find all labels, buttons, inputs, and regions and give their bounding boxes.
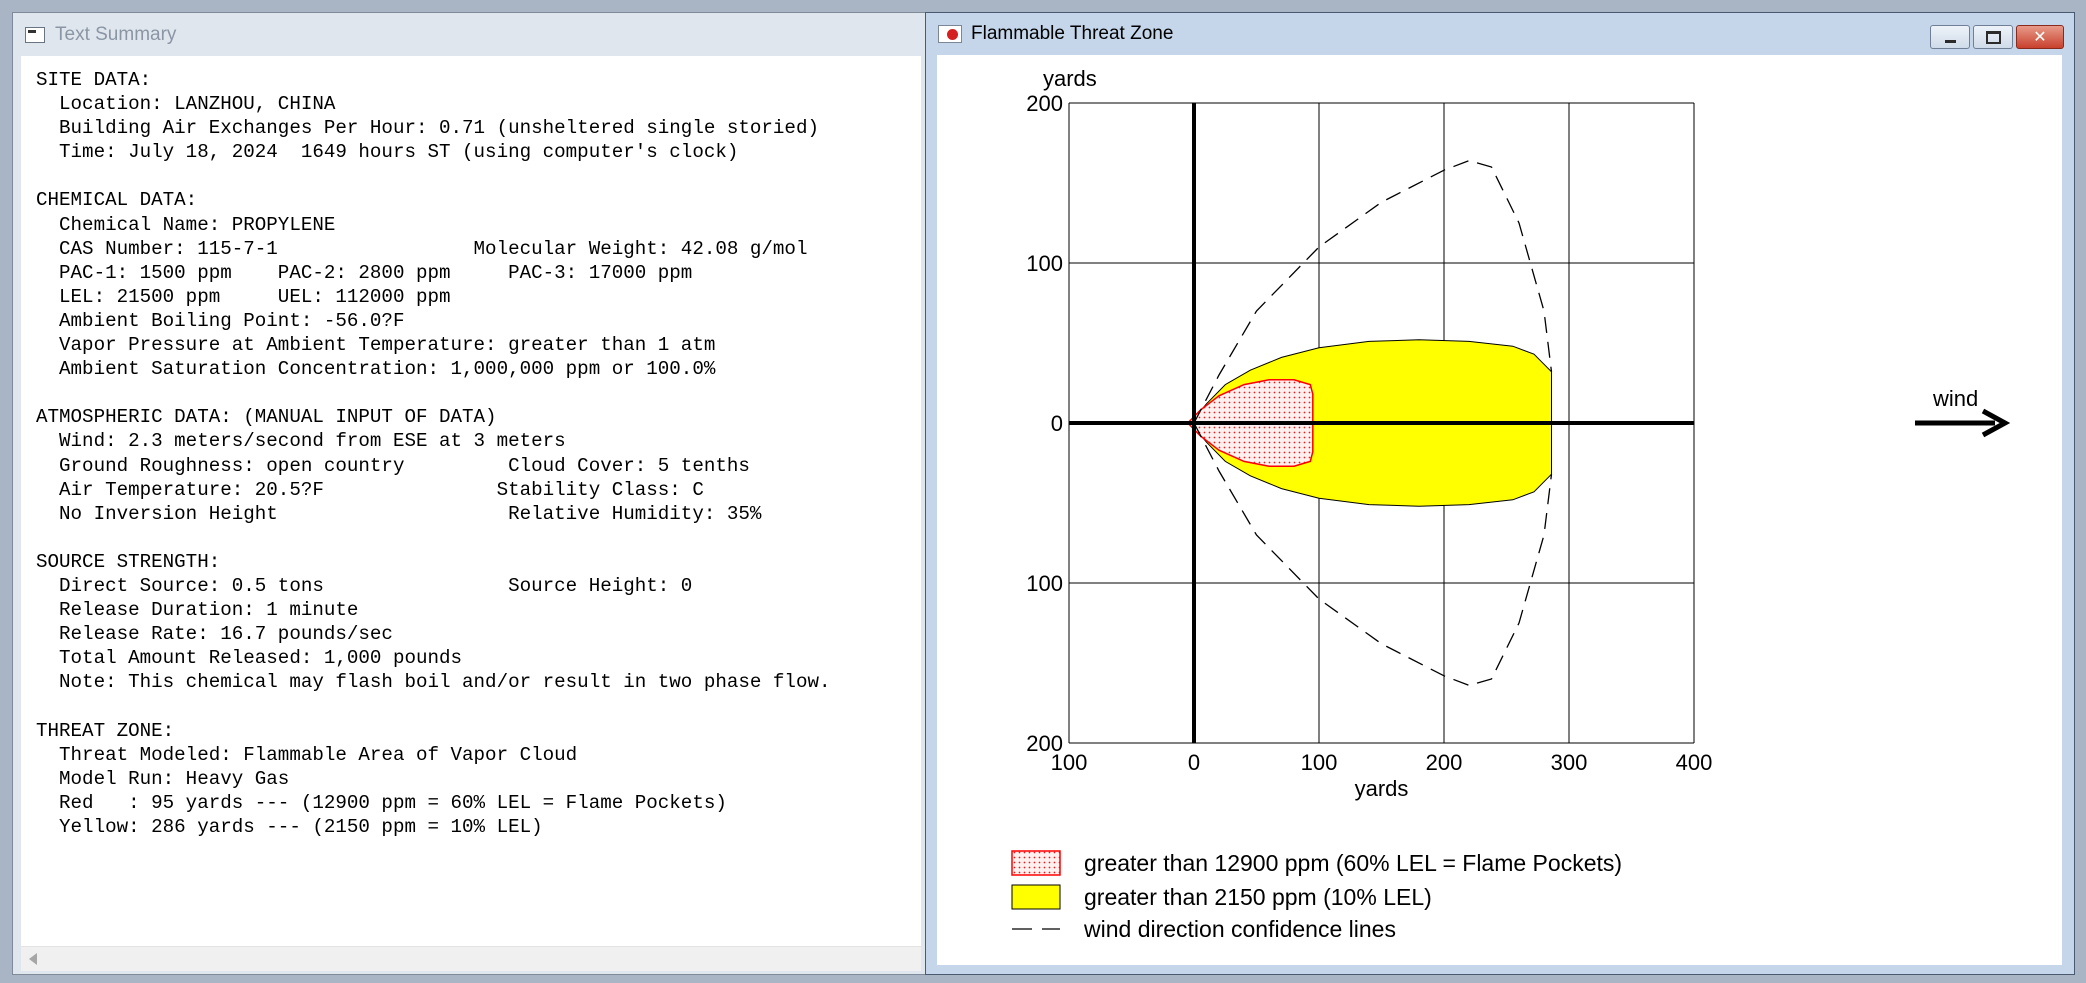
- legend-label-confidence: wind direction confidence lines: [1083, 916, 1396, 942]
- threat-zone-plot-area: 100 0 100 200 300 400 200 100 0 100 200 yards yards …: [937, 55, 2062, 965]
- legend-swatch-red: [1011, 850, 1061, 876]
- plot-axes: [1069, 103, 1694, 743]
- x-tick-label: 100: [1301, 750, 1338, 775]
- summary-line: Vapor Pressure at Ambient Temperature: g…: [36, 334, 716, 357]
- horizontal-scrollbar[interactable]: [21, 946, 921, 971]
- summary-line: Location: LANZHOU, CHINA: [36, 93, 336, 116]
- legend-label-yellow: greater than 2150 ppm (10% LEL): [1084, 884, 1432, 910]
- summary-line: No Inversion Height Relative Humidity: 3…: [36, 502, 762, 525]
- wind-label: wind: [1932, 386, 1978, 411]
- y-tick-label: 0: [1051, 411, 1063, 436]
- y-tick-label: 100: [1026, 571, 1063, 596]
- close-icon: ✕: [2033, 27, 2047, 46]
- summary-line: Ambient Boiling Point: -56.0?F: [36, 309, 405, 332]
- summary-line: Red : 95 yards --- (12900 ppm = 60% LEL …: [36, 791, 727, 814]
- summary-line: Total Amount Released: 1,000 pounds: [36, 647, 463, 670]
- summary-line: Note: This chemical may flash boil and/o…: [36, 671, 831, 694]
- summary-line: THREAT ZONE:: [36, 719, 175, 742]
- text-summary-window[interactable]: Text Summary SITE DATA: Location: LANZHO…: [12, 12, 928, 975]
- summary-line: Time: July 18, 2024 1649 hours ST (using…: [36, 141, 739, 164]
- x-tick-label: 300: [1551, 750, 1588, 775]
- summary-line: ATMOSPHERIC DATA: (MANUAL INPUT OF DATA): [36, 406, 497, 429]
- maximize-button[interactable]: [1973, 25, 2013, 49]
- summary-line: Ground Roughness: open country Cloud Cov…: [36, 454, 750, 477]
- summary-line: Yellow: 286 yards --- (2150 ppm = 10% LE…: [36, 815, 543, 838]
- threat-zone-chart: 100 0 100 200 300 4002001000100200yardsyards …: [1011, 66, 2011, 942]
- window-title: Flammable Threat Zone: [971, 23, 1174, 44]
- minimize-button[interactable]: [1930, 25, 1970, 49]
- legend: greater than 12900 ppm (60% LEL = Flame …: [1011, 850, 1622, 942]
- x-tick-label: 400: [1676, 750, 1713, 775]
- legend-swatch-yellow: [1011, 884, 1061, 910]
- y-axis-title: yards: [1043, 66, 1097, 91]
- summary-line: SOURCE STRENGTH:: [36, 550, 221, 573]
- threat-zone-app-icon: [938, 25, 962, 43]
- minimize-icon: [1944, 39, 1956, 43]
- scroll-left-icon[interactable]: [29, 953, 37, 965]
- close-button[interactable]: ✕: [2016, 25, 2064, 49]
- summary-line: Release Duration: 1 minute: [36, 599, 359, 622]
- x-axis-title: yards: [1355, 776, 1409, 801]
- summary-line: Air Temperature: 20.5?F Stability Class:…: [36, 478, 704, 501]
- x-tick-label: 0: [1188, 750, 1200, 775]
- summary-line: CHEMICAL DATA:: [36, 189, 198, 212]
- flammable-threat-zone-window[interactable]: Flammable Threat Zone ✕ 100 0 100 200 300 400…: [925, 12, 2075, 975]
- summary-line: Release Rate: 16.7 pounds/sec: [36, 623, 393, 646]
- text-summary-titlebar[interactable]: Text Summary: [13, 13, 927, 56]
- legend-label-red: greater than 12900 ppm (60% LEL = Flame …: [1084, 850, 1622, 876]
- summary-line: Model Run: Heavy Gas: [36, 767, 290, 790]
- summary-line: Building Air Exchanges Per Hour: 0.71 (u…: [36, 117, 819, 140]
- threat-zone-titlebar[interactable]: Flammable Threat Zone ✕: [926, 13, 2074, 55]
- summary-line: PAC-1: 1500 ppm PAC-2: 2800 ppm PAC-3: 1…: [36, 261, 693, 284]
- y-tick-label: 200: [1026, 731, 1063, 756]
- text-summary-content: SITE DATA: Location: LANZHOU, CHINA Buil…: [21, 56, 921, 946]
- summary-line: LEL: 21500 ppm UEL: 112000 ppm: [36, 285, 451, 308]
- y-tick-label: 100: [1026, 251, 1063, 276]
- window-title: Text Summary: [55, 23, 177, 45]
- wind-indicator: wind: [1915, 386, 2011, 438]
- y-tick-label: 200: [1026, 91, 1063, 116]
- maximize-icon: [1985, 30, 2001, 44]
- summary-line: CAS Number: 115-7-1 Molecular Weight: 42…: [36, 237, 808, 260]
- summary-text: SITE DATA: Location: LANZHOU, CHINA Buil…: [21, 56, 921, 839]
- summary-line: SITE DATA:: [36, 69, 152, 91]
- summary-line: Direct Source: 0.5 tons Source Height: 0: [36, 574, 693, 597]
- summary-line: Chemical Name: PROPYLENE: [36, 213, 336, 236]
- summary-line: Wind: 2.3 meters/second from ESE at 3 me…: [36, 430, 566, 453]
- text-document-icon: [25, 26, 45, 43]
- summary-line: Threat Modeled: Flammable Area of Vapor …: [36, 743, 578, 766]
- x-tick-label: 200: [1426, 750, 1463, 775]
- summary-line: Ambient Saturation Concentration: 1,000,…: [36, 358, 716, 381]
